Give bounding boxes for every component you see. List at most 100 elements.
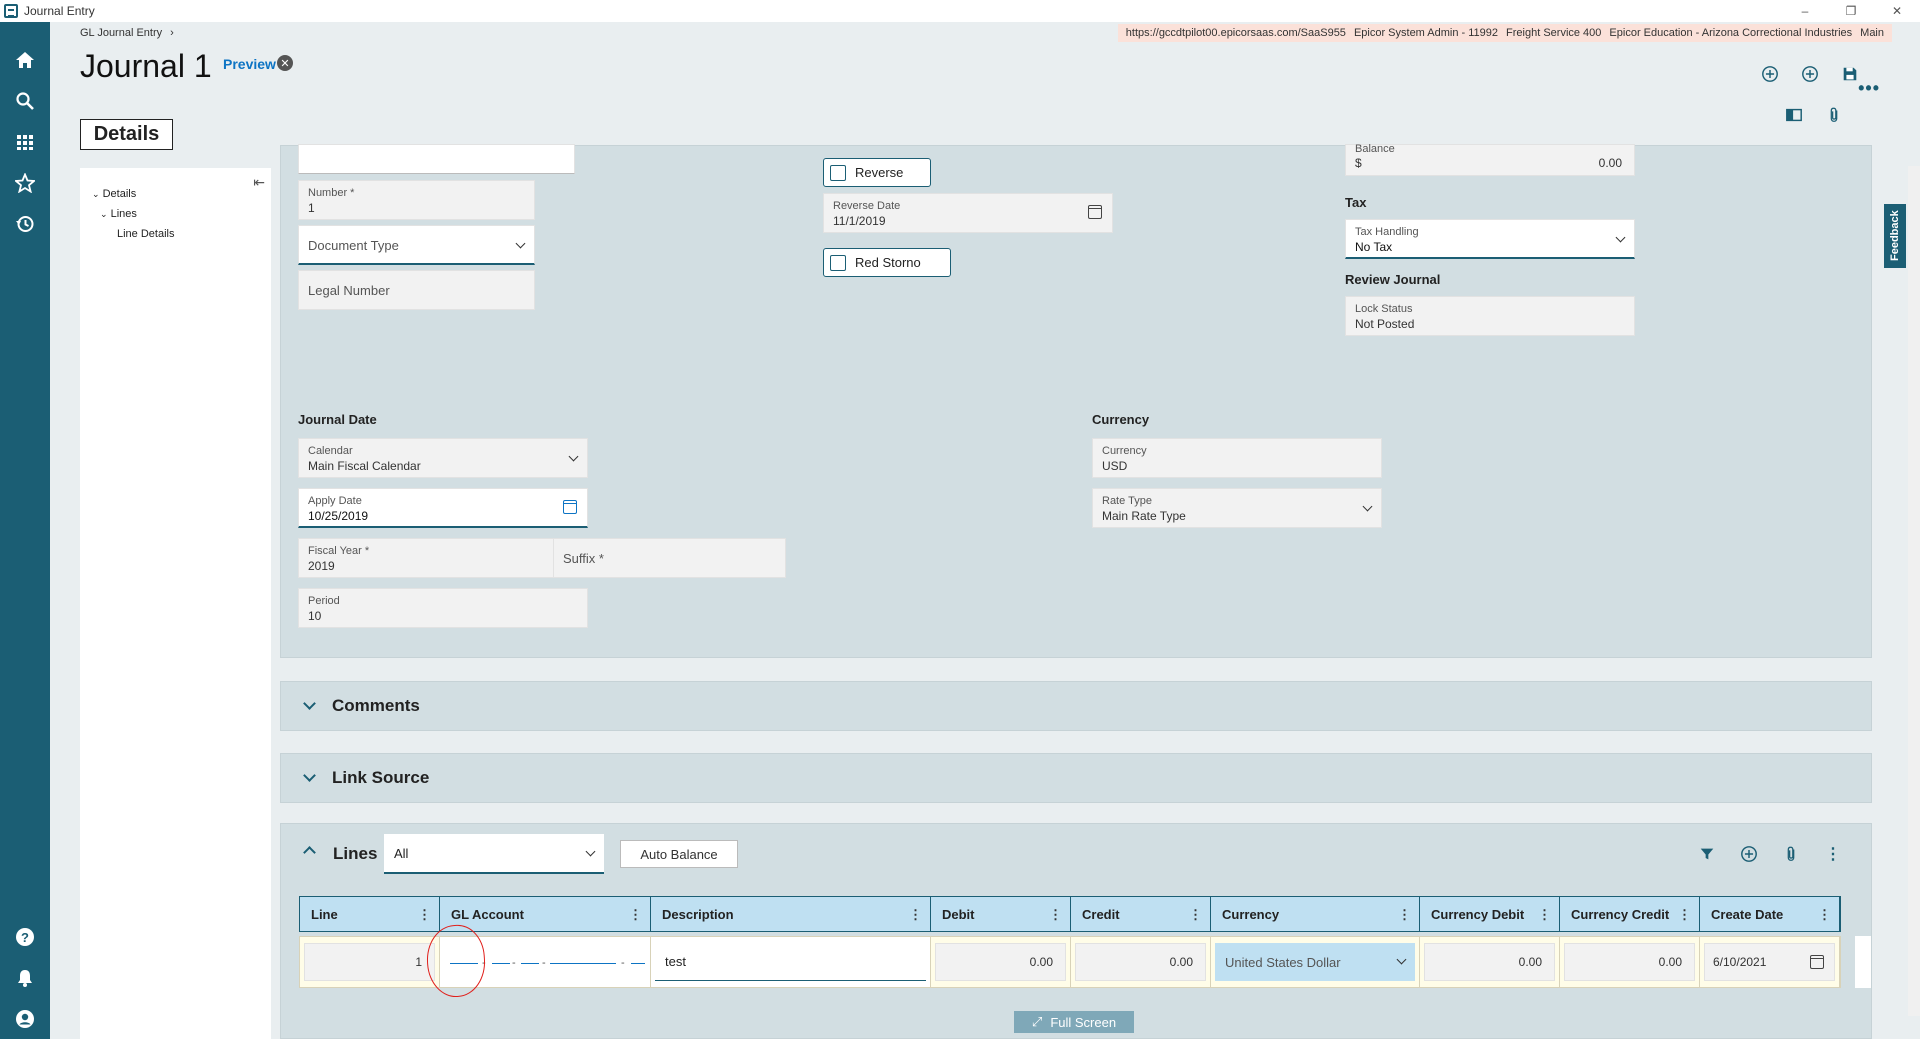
chevron-up-icon[interactable] (303, 846, 316, 859)
current-service[interactable]: Freight Service 400 (1506, 27, 1601, 39)
current-company[interactable]: Epicor Education - Arizona Correctional … (1609, 27, 1852, 39)
column-header-create-date[interactable]: Create Date ⋮ (1700, 897, 1840, 931)
minimize-button[interactable]: – (1782, 0, 1828, 22)
add-new-icon[interactable] (1760, 64, 1780, 84)
tax-handling-select[interactable]: Tax Handling No Tax (1345, 219, 1635, 259)
home-icon[interactable] (0, 40, 50, 80)
calendar-icon[interactable] (1088, 205, 1102, 219)
save-icon[interactable] (1840, 64, 1860, 84)
breadcrumb-root[interactable]: GL Journal Entry (80, 27, 162, 39)
suffix-field[interactable]: Suffix * (553, 538, 786, 578)
reverse-date-field[interactable]: Reverse Date 11/1/2019 (823, 193, 1113, 233)
column-menu-icon[interactable]: ⋮ (1189, 907, 1202, 923)
column-header-line[interactable]: Line ⋮ (300, 897, 440, 931)
column-header-currency[interactable]: Currency ⋮ (1211, 897, 1420, 931)
attachment-icon[interactable] (1781, 844, 1801, 864)
cell-currency[interactable]: United States Dollar (1211, 937, 1420, 987)
column-header-currency-credit[interactable]: Currency Credit ⋮ (1560, 897, 1700, 931)
tree-item-lines[interactable]: ⌄ Lines (100, 208, 137, 220)
column-header-debit[interactable]: Debit ⋮ (931, 897, 1071, 931)
gl-segment-input[interactable] (521, 963, 539, 964)
add-line-icon[interactable] (1800, 64, 1820, 84)
column-menu-icon[interactable]: ⋮ (1678, 907, 1691, 923)
number-field[interactable]: Number * 1 (298, 180, 535, 220)
link-source-panel-header[interactable]: Link Source (280, 753, 1872, 803)
document-type-placeholder: Document Type (308, 238, 399, 253)
cell-debit[interactable]: 0.00 (931, 937, 1071, 987)
restore-button[interactable]: ❐ (1828, 0, 1874, 22)
rate-type-select[interactable]: Rate Type Main Rate Type (1092, 488, 1382, 528)
fiscal-year-field[interactable]: Fiscal Year * 2019 (298, 538, 588, 578)
comments-panel-header[interactable]: Comments (280, 681, 1872, 731)
cell-line: 1 (300, 937, 440, 987)
red-storno-checkbox[interactable]: Red Storno (823, 248, 951, 277)
full-screen-button[interactable]: ⤢ Full Screen (1014, 1011, 1134, 1033)
close-preview-icon[interactable]: ✕ (277, 55, 293, 71)
gl-segment-input[interactable] (492, 963, 510, 964)
gl-segment-input[interactable] (550, 963, 616, 964)
column-header-description[interactable]: Description ⋮ (651, 897, 931, 931)
calendar-icon[interactable] (563, 500, 577, 514)
column-menu-icon[interactable]: ⋮ (629, 907, 642, 923)
column-menu-icon[interactable]: ⋮ (1398, 907, 1411, 923)
preview-link[interactable]: Preview (223, 56, 276, 72)
column-menu-icon[interactable]: ⋮ (1818, 907, 1831, 923)
column-header-gl-account[interactable]: GL Account ⋮ (440, 897, 651, 931)
app-logo-icon (4, 4, 18, 18)
user-icon[interactable] (0, 999, 50, 1039)
star-icon[interactable] (0, 163, 50, 203)
apply-date-field[interactable]: Apply Date 10/25/2019 (298, 488, 588, 528)
column-menu-icon[interactable]: ⋮ (1049, 907, 1062, 923)
more-options-icon[interactable]: ••• (1858, 78, 1880, 99)
reverse-checkbox[interactable]: Reverse (823, 158, 931, 187)
page-scrollbar[interactable] (1908, 166, 1920, 1016)
lines-filter-select[interactable]: All (384, 834, 604, 874)
search-icon[interactable] (0, 81, 50, 121)
column-menu-icon[interactable]: ⋮ (1538, 907, 1551, 923)
cell-description[interactable]: test (651, 937, 931, 987)
tree-item-line-details[interactable]: Line Details (117, 228, 174, 240)
gl-segment-input[interactable] (631, 963, 645, 964)
full-screen-label: Full Screen (1050, 1014, 1117, 1030)
tab-details[interactable]: Details (80, 119, 173, 150)
column-menu-icon[interactable]: ⋮ (909, 907, 922, 923)
calendar-select[interactable]: Calendar Main Fiscal Calendar (298, 438, 588, 478)
calendar-value: Main Fiscal Calendar (308, 459, 421, 473)
add-line-icon[interactable] (1739, 844, 1759, 864)
column-menu-icon[interactable]: ⋮ (418, 907, 431, 923)
grid-scrollbar[interactable] (1855, 936, 1871, 988)
feedback-tab[interactable]: Feedback (1884, 204, 1906, 268)
bell-icon[interactable] (0, 958, 50, 998)
cell-currency-debit[interactable]: 0.00 (1420, 937, 1560, 987)
legal-number-field[interactable]: Legal Number (298, 270, 535, 310)
description-input[interactable]: test (655, 943, 926, 981)
currency-select[interactable]: United States Dollar (1215, 943, 1415, 981)
collapse-tree-icon[interactable]: ⇤ (253, 174, 265, 191)
kebab-menu-icon[interactable]: ⋮ (1823, 844, 1843, 864)
cell-currency-credit[interactable]: 0.00 (1560, 937, 1700, 987)
column-label: Currency Credit (1571, 906, 1670, 922)
apps-grid-icon[interactable] (0, 122, 50, 162)
expand-icon: ⤢ (1031, 1014, 1043, 1029)
history-icon[interactable] (0, 204, 50, 244)
number-label: Number * (308, 187, 355, 199)
panel-layout-icon[interactable] (1784, 105, 1804, 125)
close-window-button[interactable]: ✕ (1874, 0, 1920, 22)
cell-credit[interactable]: 0.00 (1071, 937, 1211, 987)
tree-item-details[interactable]: ⌄ Details (92, 188, 136, 200)
cell-create-date[interactable]: 6/10/2021 (1700, 937, 1840, 987)
table-row[interactable]: 1 - - - - test 0.00 0.00 United States D… (299, 936, 1841, 988)
filter-icon[interactable] (1697, 844, 1717, 864)
column-header-credit[interactable]: Credit ⋮ (1071, 897, 1211, 931)
auto-balance-button[interactable]: Auto Balance (620, 840, 738, 868)
current-user[interactable]: Epicor System Admin - 11992 (1354, 27, 1498, 39)
calendar-icon[interactable] (1810, 955, 1824, 969)
column-header-currency-debit[interactable]: Currency Debit ⋮ (1420, 897, 1560, 931)
balance-value: 0.00 (1598, 156, 1622, 170)
document-type-select[interactable]: Document Type (298, 225, 535, 265)
help-icon[interactable]: ? (0, 917, 50, 957)
credit-value: 0.00 (1075, 943, 1206, 981)
attachment-icon[interactable] (1824, 105, 1844, 125)
current-site[interactable]: Main (1860, 27, 1884, 39)
description-textarea[interactable] (298, 144, 575, 174)
